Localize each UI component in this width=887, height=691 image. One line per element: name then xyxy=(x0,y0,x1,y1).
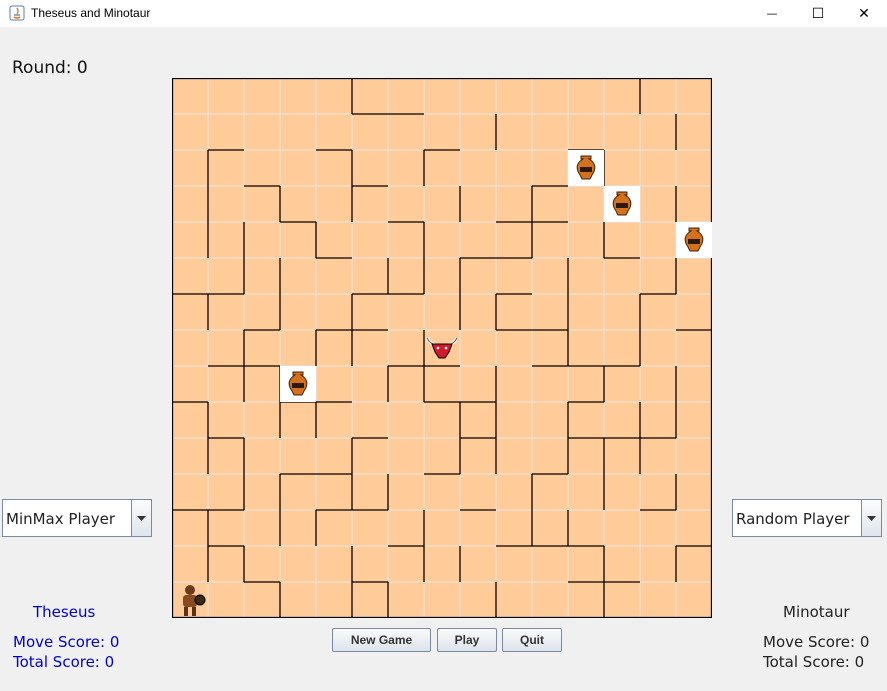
amphora-band xyxy=(616,203,628,208)
quit-button[interactable]: Quit xyxy=(502,628,562,652)
minimize-button[interactable]: — xyxy=(749,0,795,27)
chevron-down-icon[interactable] xyxy=(131,500,151,536)
minotaur-player-select[interactable]: Random Player xyxy=(732,499,882,537)
game-board xyxy=(172,78,712,618)
play-button[interactable]: Play xyxy=(437,628,497,652)
close-button[interactable]: ✕ xyxy=(841,0,887,27)
maximize-button[interactable]: ☐ xyxy=(795,0,841,27)
chevron-down-icon[interactable] xyxy=(861,500,881,536)
amphora-band xyxy=(688,239,700,244)
minotaur-move-score: Move Score: 0 xyxy=(763,633,870,651)
title-bar: Theseus and Minotaur — ☐ ✕ xyxy=(0,0,887,27)
maze-grid xyxy=(172,78,712,618)
theseus-leg xyxy=(192,607,196,616)
java-app-icon xyxy=(9,5,25,21)
amphora-band xyxy=(292,383,304,388)
theseus-leg xyxy=(184,607,188,616)
theseus-player-select-value: MinMax Player xyxy=(6,510,116,528)
minotaur-player-select-value: Random Player xyxy=(736,510,850,528)
minotaur-eye xyxy=(444,346,448,350)
window-title: Theseus and Minotaur xyxy=(31,6,151,20)
amphora-band xyxy=(580,167,592,172)
minotaur-label: Minotaur xyxy=(783,603,850,621)
minotaur-eye xyxy=(436,346,440,350)
maximize-icon: ☐ xyxy=(811,5,825,22)
theseus-player-select[interactable]: MinMax Player xyxy=(2,499,152,537)
theseus-label: Theseus xyxy=(33,603,96,621)
theseus-shield xyxy=(194,594,206,606)
theseus-total-score: Total Score: 0 xyxy=(13,653,115,671)
round-counter: Round: 0 xyxy=(12,58,88,78)
minotaur-total-score: Total Score: 0 xyxy=(763,653,865,671)
new-game-button[interactable]: New Game xyxy=(332,628,431,652)
theseus-head xyxy=(185,585,195,595)
theseus-move-score: Move Score: 0 xyxy=(13,633,120,651)
minimize-icon: — xyxy=(766,7,778,20)
close-icon: ✕ xyxy=(858,5,870,22)
